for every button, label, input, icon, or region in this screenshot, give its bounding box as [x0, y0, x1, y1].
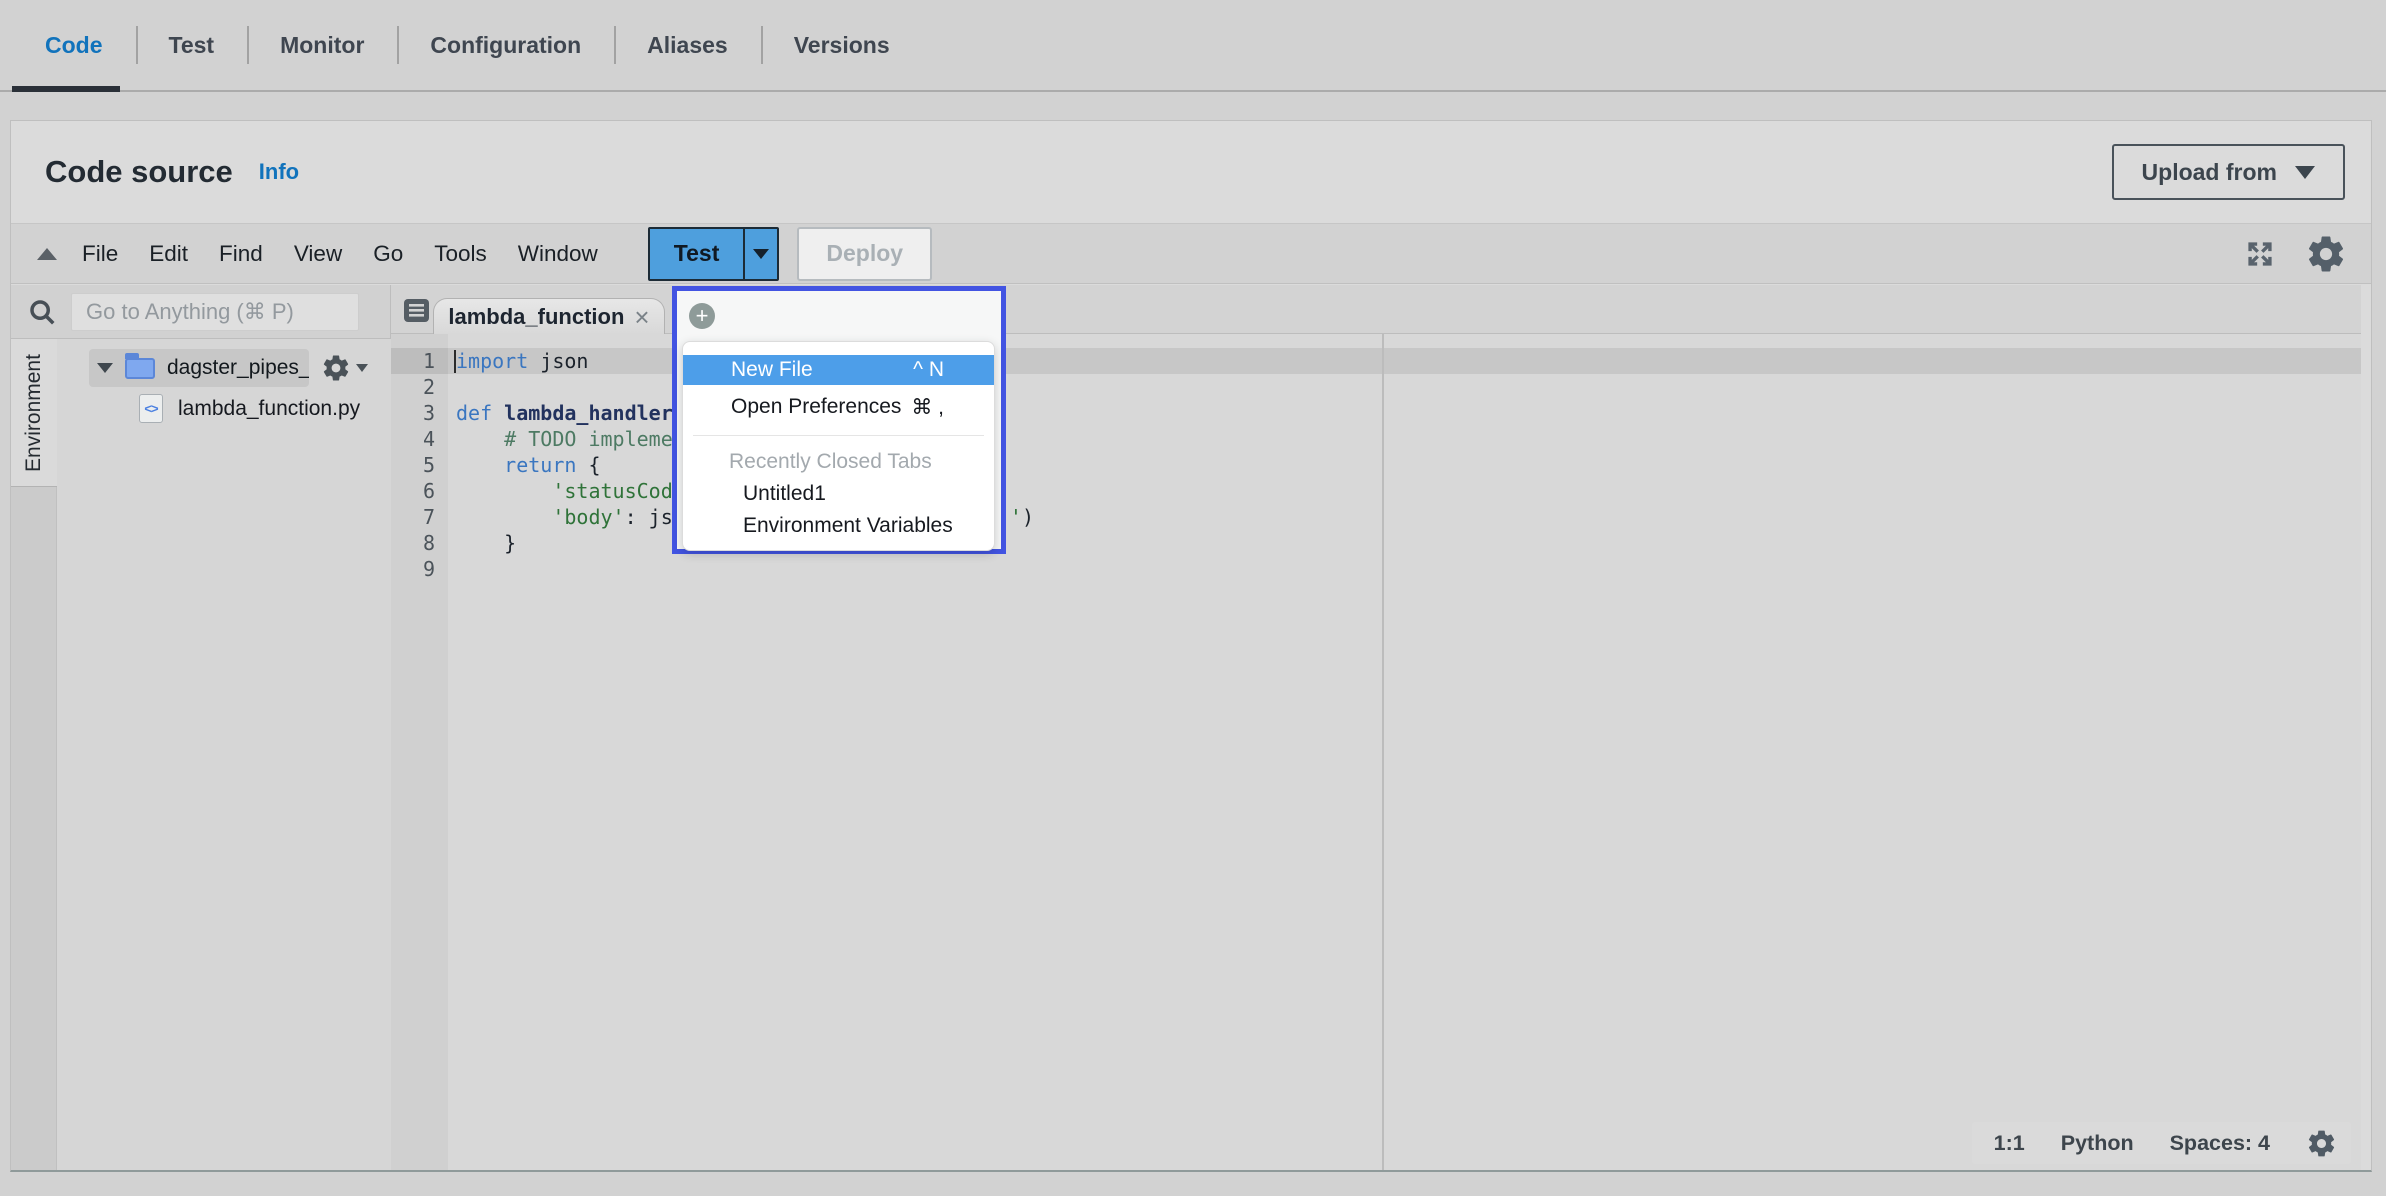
- editor-tab-label: lambda_function: [448, 304, 624, 330]
- file-name: lambda_function.py: [178, 397, 360, 421]
- menu-item-untitled1[interactable]: Untitled1: [743, 482, 826, 506]
- code-source-header: Code source Info Upload from: [11, 121, 2371, 223]
- top-tab-configuration[interactable]: Configuration: [397, 0, 614, 90]
- line-number-5: 5: [391, 452, 448, 478]
- line-number-7: 7: [391, 504, 448, 530]
- menu-item-shortcut: ⌘ ,: [911, 395, 972, 420]
- tree-file-row[interactable]: <> lambda_function.py: [139, 394, 360, 423]
- menu-item-new-file[interactable]: New File ^ N: [683, 355, 994, 385]
- menu-item-open-preferences[interactable]: Open Preferences ⌘ ,: [683, 392, 994, 422]
- tree-settings-control[interactable]: [321, 353, 368, 383]
- search-row: [11, 285, 391, 339]
- tab-list-icon[interactable]: [403, 298, 430, 323]
- menu-bar-items: File Edit Find View Go Tools Window: [82, 241, 598, 267]
- folder-icon: [125, 358, 155, 379]
- folder-name: dagster_pipes_funct: [167, 356, 309, 380]
- top-tab-code[interactable]: Code: [12, 0, 136, 90]
- test-button[interactable]: Test: [648, 227, 780, 281]
- chevron-down-icon: [753, 249, 769, 259]
- line-number-8: 8: [391, 530, 448, 556]
- info-link[interactable]: Info: [259, 159, 299, 185]
- language-mode[interactable]: Python: [2061, 1131, 2134, 1156]
- new-tab-plus-button[interactable]: +: [689, 303, 715, 329]
- text-cursor: [454, 350, 456, 373]
- collapse-panel-icon[interactable]: [37, 248, 57, 260]
- line-numbers: 123456789: [391, 348, 448, 582]
- new-tab-menu: + New File ^ N Open Preferences ⌘ , Rece…: [672, 286, 1006, 554]
- menu-item-find[interactable]: Find: [219, 241, 263, 267]
- environment-tab[interactable]: Environment: [11, 339, 57, 487]
- search-icon[interactable]: [27, 297, 57, 327]
- chevron-down-icon: [356, 364, 368, 372]
- line-number-4: 4: [391, 426, 448, 452]
- top-nav: CodeTestMonitorConfigurationAliasesVersi…: [0, 0, 2386, 92]
- tree-folder-row[interactable]: dagster_pipes_funct: [89, 349, 309, 387]
- line-number-9: 9: [391, 556, 448, 582]
- top-tab-monitor[interactable]: Monitor: [247, 0, 397, 90]
- menu-item-label: New File: [731, 358, 813, 382]
- menu-item-file[interactable]: File: [82, 241, 118, 267]
- left-panel: Environment dagster_pipes_funct <>: [11, 285, 391, 1170]
- status-gear-icon[interactable]: [2306, 1128, 2337, 1159]
- menu-item-go[interactable]: Go: [373, 241, 403, 267]
- line-number-6: 6: [391, 478, 448, 504]
- line-number-2: 2: [391, 374, 448, 400]
- top-tab-test[interactable]: Test: [136, 0, 248, 90]
- menubar-right-icons: [2243, 233, 2347, 275]
- file-tree: dagster_pipes_funct <> lambda_function.p…: [57, 339, 391, 1170]
- chevron-down-icon: [2295, 166, 2315, 179]
- upload-from-button[interactable]: Upload from: [2112, 144, 2345, 200]
- code-source-card: Code source Info Upload from File Edit Fin…: [10, 120, 2372, 1172]
- editor-status-bar: 1:1 Python Spaces: 4: [1972, 1122, 2351, 1164]
- spaces-setting[interactable]: Spaces: 4: [2170, 1131, 2270, 1156]
- disclosure-triangle-icon[interactable]: [97, 363, 113, 373]
- deploy-button[interactable]: Deploy: [797, 227, 932, 281]
- test-button-caret[interactable]: [743, 229, 777, 279]
- upload-from-label: Upload from: [2142, 159, 2277, 186]
- go-to-anything-input[interactable]: [71, 293, 359, 331]
- editor-body: Environment dagster_pipes_funct <>: [11, 285, 2371, 1170]
- cursor-position[interactable]: 1:1: [1994, 1131, 2025, 1156]
- menu-item-environment-variables[interactable]: Environment Variables: [743, 514, 953, 538]
- new-tab-menu-card: New File ^ N Open Preferences ⌘ , Recent…: [682, 341, 995, 551]
- menu-item-edit[interactable]: Edit: [149, 241, 188, 267]
- menu-section-header: Recently Closed Tabs: [729, 450, 932, 474]
- environment-strip: Environment: [11, 339, 57, 1170]
- page-title: Code source: [45, 154, 233, 190]
- editor-tab-lambda-function[interactable]: lambda_function ×: [433, 298, 665, 335]
- test-button-label[interactable]: Test: [650, 229, 744, 279]
- close-tab-icon[interactable]: ×: [634, 304, 649, 330]
- code-line-9: [456, 556, 2361, 582]
- editor-menubar: File Edit Find View Go Tools Window Test Deplo…: [11, 223, 2371, 284]
- menu-item-label: Open Preferences: [731, 395, 901, 419]
- fullscreen-icon[interactable]: [2243, 237, 2277, 271]
- environment-tab-label: Environment: [22, 354, 46, 472]
- menu-item-shortcut: ^ N: [913, 358, 972, 382]
- gear-icon: [321, 353, 351, 383]
- top-tab-versions[interactable]: Versions: [761, 0, 923, 90]
- menu-item-view[interactable]: View: [294, 241, 342, 267]
- menu-item-window[interactable]: Window: [518, 241, 598, 267]
- top-tab-aliases[interactable]: Aliases: [614, 0, 761, 90]
- line-number-1: 1: [391, 348, 448, 374]
- editor-settings-gear-icon[interactable]: [2305, 233, 2347, 275]
- line-number-3: 3: [391, 400, 448, 426]
- top-nav-tabs: CodeTestMonitorConfigurationAliasesVersi…: [12, 0, 923, 90]
- python-file-icon: <>: [139, 394, 163, 423]
- menu-divider: [693, 435, 984, 436]
- menu-item-tools[interactable]: Tools: [434, 241, 487, 267]
